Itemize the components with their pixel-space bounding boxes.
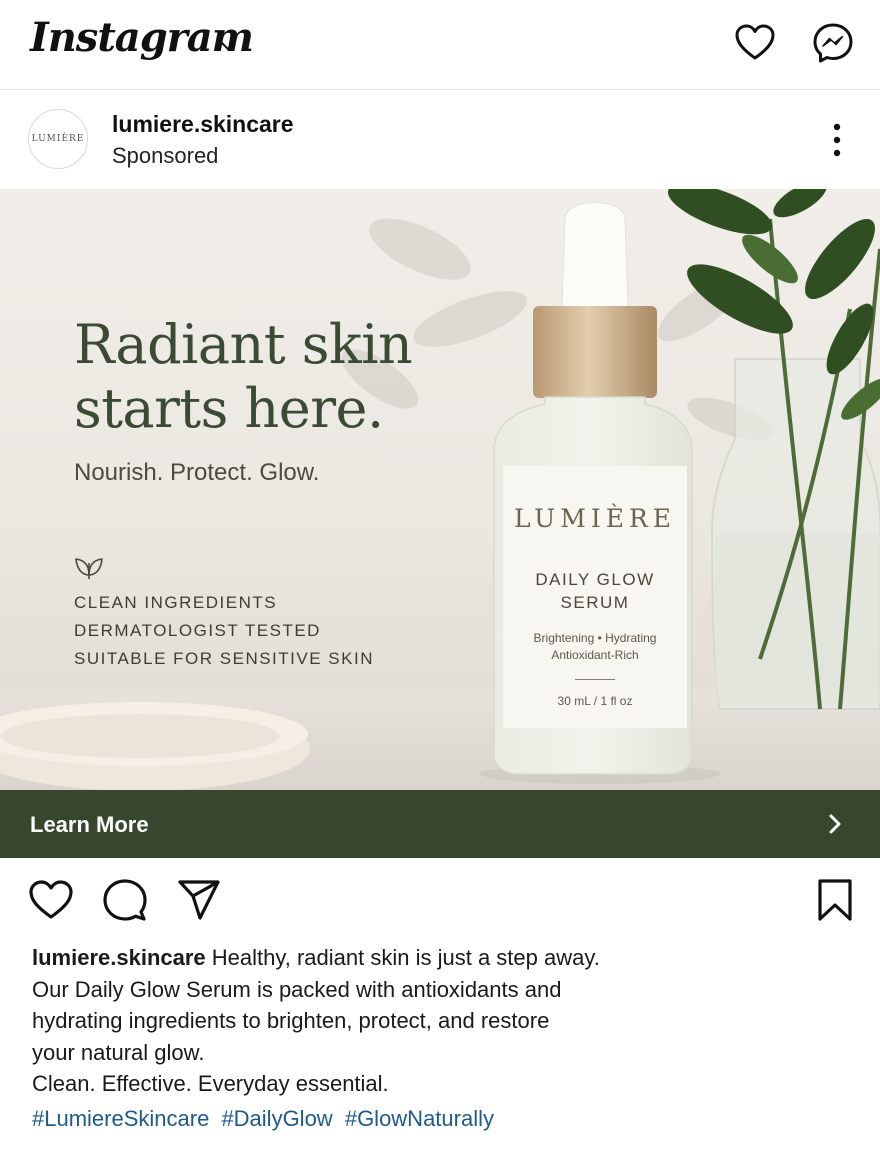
label-divider xyxy=(575,679,615,680)
chevron-down-icon[interactable] xyxy=(218,36,238,56)
comment-icon[interactable] xyxy=(102,878,148,922)
post-header: LUMIÈRE lumiere.skincare Sponsored xyxy=(0,91,880,189)
caption-line: hydrating ingredients to brighten, prote… xyxy=(32,1008,550,1033)
bookmark-icon[interactable] xyxy=(812,878,858,922)
label-product-line1: DAILY GLOW xyxy=(535,570,655,589)
top-bar: Instagram xyxy=(0,0,880,90)
label-attr-line1: Brightening • Hydrating xyxy=(533,631,657,645)
feature-item: CLEAN INGREDIENTS xyxy=(74,593,278,612)
more-options-icon[interactable] xyxy=(826,121,848,159)
ad-headline-line1: Radiant skin xyxy=(74,313,413,376)
messenger-icon[interactable] xyxy=(812,22,854,64)
caption-line: Our Daily Glow Serum is packed with anti… xyxy=(32,976,562,1002)
label-product-line2: SERUM xyxy=(560,593,630,612)
bottle-label: LUMIÈRE DAILY GLOW SERUM Brightening • H… xyxy=(503,466,687,728)
avatar[interactable]: LUMIÈRE xyxy=(28,109,88,169)
caption-username[interactable]: lumiere.skincare xyxy=(32,945,206,970)
leaf-icon xyxy=(75,558,103,579)
chevron-right-icon xyxy=(829,814,841,834)
post-actions xyxy=(0,858,880,942)
caption-text: Healthy, radiant skin is just a step awa… xyxy=(211,945,600,970)
post-username[interactable]: lumiere.skincare xyxy=(112,111,294,138)
label-size: 30 mL / 1 fl oz xyxy=(557,694,633,708)
share-icon[interactable] xyxy=(176,878,222,922)
heart-icon[interactable] xyxy=(734,22,776,64)
feature-item: SUITABLE FOR SENSITIVE SKIN xyxy=(74,649,374,668)
avatar-text: LUMIÈRE xyxy=(31,134,85,144)
ad-tagline: Nourish. Protect. Glow. xyxy=(74,459,320,486)
ad-image[interactable]: Radiant skin starts here. Nourish. Prote… xyxy=(0,189,880,790)
post-caption: lumiere.skincare Healthy, radiant skin i… xyxy=(32,942,852,1100)
caption-line: your natural glow. xyxy=(32,1039,205,1065)
ad-scene xyxy=(0,189,880,790)
hashtag-link[interactable]: #LumiereSkincare xyxy=(32,1106,209,1131)
caption-line: Clean. Effective. Everyday essential. xyxy=(32,1071,389,1096)
label-attr-line2: Antioxidant-Rich xyxy=(551,648,639,662)
ad-headline-line2: starts here. xyxy=(74,377,384,440)
hashtag-link[interactable]: #DailyGlow xyxy=(221,1106,332,1131)
hashtags: #LumiereSkincare #DailyGlow #GlowNatural… xyxy=(32,1106,500,1132)
ad-features: CLEAN INGREDIENTS DERMATOLOGIST TESTED S… xyxy=(74,589,374,673)
sponsored-label: Sponsored xyxy=(112,143,219,168)
label-product: DAILY GLOW SERUM xyxy=(503,568,687,614)
hashtag-link[interactable]: #GlowNaturally xyxy=(345,1106,494,1131)
learn-more-label: Learn More xyxy=(30,812,149,837)
caption-line: lumiere.skincare Healthy, radiant skin i… xyxy=(32,942,852,974)
learn-more-button[interactable]: Learn More xyxy=(0,790,880,858)
label-brand: LUMIÈRE xyxy=(513,504,677,533)
ad-headline: Radiant skin starts here. xyxy=(74,313,413,441)
label-attributes: Brightening • Hydrating Antioxidant-Rich xyxy=(503,630,687,664)
feature-item: DERMATOLOGIST TESTED xyxy=(74,621,321,640)
heart-icon[interactable] xyxy=(28,878,74,922)
